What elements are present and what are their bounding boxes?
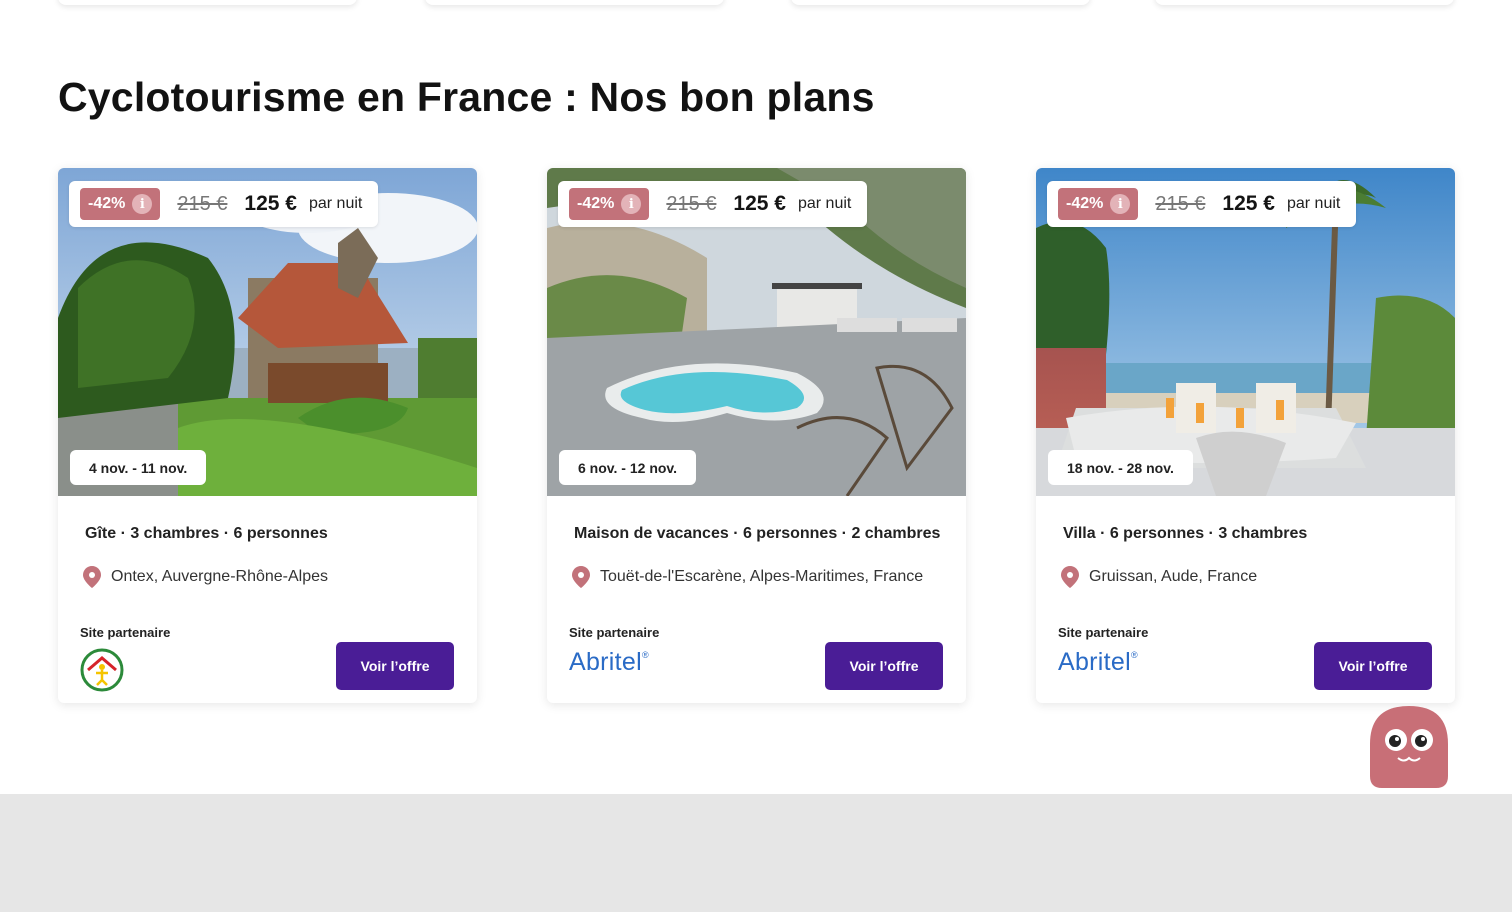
previous-row-edge bbox=[0, 0, 1512, 8]
new-price: 125 € bbox=[1222, 192, 1275, 215]
new-price: 125 € bbox=[733, 192, 786, 215]
date-range-chip: 18 nov. - 28 nov. bbox=[1048, 450, 1193, 485]
section-title: Cyclotourisme en France : Nos bon plans bbox=[58, 74, 875, 120]
discount-value: -42% bbox=[88, 195, 126, 212]
previous-card-edge bbox=[1155, 0, 1454, 5]
discount-value: -42% bbox=[1066, 195, 1104, 212]
discount-badge: -42% i bbox=[1058, 188, 1139, 220]
property-title[interactable]: Villa · 6 personnes · 3 chambres bbox=[1063, 525, 1307, 543]
location: Touët-de-l'Escarène, Alpes-Maritimes, Fr… bbox=[572, 566, 923, 588]
view-offer-button[interactable]: Voir l’offre bbox=[1314, 642, 1432, 690]
partner-label: Site partenaire bbox=[569, 625, 660, 640]
location: Ontex, Auvergne-Rhône-Alpes bbox=[83, 566, 328, 588]
abritel-logo-text: Abritel bbox=[569, 648, 642, 676]
location-text: Ontex, Auvergne-Rhône-Alpes bbox=[111, 568, 329, 585]
date-range-chip: 4 nov. - 11 nov. bbox=[70, 450, 207, 485]
price-box: -42% i 215 € 125 € par nuit bbox=[1047, 181, 1357, 227]
discount-badge: -42% i bbox=[80, 188, 161, 220]
info-icon[interactable]: i bbox=[132, 194, 153, 214]
old-price: 215 € bbox=[1155, 192, 1206, 215]
location-pin-icon bbox=[1061, 566, 1079, 588]
partner-label: Site partenaire bbox=[1058, 625, 1149, 640]
previous-card-edge bbox=[791, 0, 1090, 5]
per-night-label: par nuit bbox=[797, 195, 852, 212]
property-title[interactable]: Maison de vacances · 6 personnes · 2 cha… bbox=[574, 525, 940, 543]
per-night-label: par nuit bbox=[308, 195, 363, 212]
view-offer-button[interactable]: Voir l’offre bbox=[336, 642, 454, 690]
location: Gruissan, Aude, France bbox=[1061, 566, 1257, 588]
info-icon[interactable]: i bbox=[621, 194, 642, 214]
info-icon[interactable]: i bbox=[1110, 194, 1131, 214]
discount-badge: -42% i bbox=[569, 188, 650, 220]
property-photo[interactable]: -42% i 215 € 125 € par nuit 6 nov. - 12 … bbox=[547, 168, 966, 496]
view-offer-button[interactable]: Voir l’offre bbox=[825, 642, 943, 690]
price-box: -42% i 215 € 125 € par nuit bbox=[558, 181, 868, 227]
partner-label: Site partenaire bbox=[80, 625, 171, 640]
property-title[interactable]: Gîte · 3 chambres · 6 personnes bbox=[85, 525, 328, 543]
offer-card[interactable]: -42% i 215 € 125 € par nuit 18 nov. - 28… bbox=[1036, 168, 1455, 703]
offer-card[interactable]: -42% i 215 € 125 € par nuit 4 nov. - 11 … bbox=[58, 168, 477, 703]
abritel-logo: Abritel® bbox=[1058, 648, 1138, 676]
price-box: -42% i 215 € 125 € par nuit bbox=[69, 181, 379, 227]
location-text: Gruissan, Aude, France bbox=[1089, 568, 1258, 585]
abritel-logo: Abritel® bbox=[569, 648, 649, 676]
previous-card-edge bbox=[58, 0, 357, 5]
date-range-chip: 6 nov. - 12 nov. bbox=[559, 450, 697, 485]
abritel-logo-text: Abritel bbox=[1058, 648, 1131, 676]
previous-card-edge bbox=[425, 0, 724, 5]
location-pin-icon bbox=[572, 566, 590, 588]
property-photo[interactable]: -42% i 215 € 125 € par nuit 4 nov. - 11 … bbox=[58, 168, 477, 496]
old-price: 215 € bbox=[666, 192, 717, 215]
new-price: 125 € bbox=[244, 192, 297, 215]
footer-band bbox=[0, 794, 1512, 912]
discount-value: -42% bbox=[577, 195, 615, 212]
location-pin-icon bbox=[83, 566, 101, 588]
per-night-label: par nuit bbox=[1286, 195, 1341, 212]
property-photo[interactable]: -42% i 215 € 125 € par nuit 18 nov. - 28… bbox=[1036, 168, 1455, 496]
gites-de-france-logo bbox=[80, 648, 124, 697]
offer-card[interactable]: -42% i 215 € 125 € par nuit 6 nov. - 12 … bbox=[547, 168, 966, 703]
chat-mascot-icon[interactable] bbox=[1370, 706, 1448, 788]
old-price: 215 € bbox=[177, 192, 228, 215]
location-text: Touët-de-l'Escarène, Alpes-Maritimes, Fr… bbox=[600, 568, 924, 585]
